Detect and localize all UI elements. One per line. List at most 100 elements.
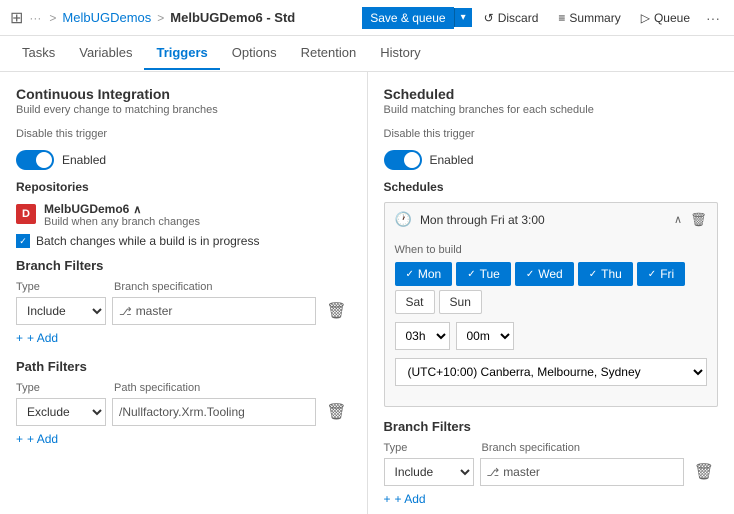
branch-spec-icon: ⎇ xyxy=(119,305,132,318)
sep1: ··· xyxy=(29,11,41,25)
wed-label: Wed xyxy=(538,267,562,281)
ci-title: Continuous Integration xyxy=(16,86,351,102)
repo-chevron[interactable]: ∧ xyxy=(133,203,141,216)
branch-delete-button[interactable]: 🗑 xyxy=(322,299,350,323)
path-add-icon: + xyxy=(16,432,23,446)
minutes-select[interactable]: 00m 15m30m45m xyxy=(456,322,514,350)
schedule-box: 🕐 Mon through Fri at 3:00 ∧ 🗑 When to bu… xyxy=(384,202,719,407)
scheduled-panel: Scheduled Build matching branches for ea… xyxy=(368,72,734,514)
fri-check: ✓ xyxy=(648,269,656,280)
sep-arrow1: > xyxy=(49,11,56,25)
branch-filter-labels: Type Branch specification xyxy=(16,281,351,293)
sched-branch-filter-labels: Type Branch specification xyxy=(384,442,719,454)
path-delete-button[interactable]: 🗑 xyxy=(322,400,350,424)
save-queue-button[interactable]: Save & queue xyxy=(362,7,453,29)
day-sat[interactable]: Sat xyxy=(395,290,435,314)
save-queue-dropdown-button[interactable]: ▾ xyxy=(454,8,472,27)
tue-label: Tue xyxy=(480,267,500,281)
tab-retention[interactable]: Retention xyxy=(289,37,369,70)
day-tue[interactable]: ✓ Tue xyxy=(456,262,511,286)
path-spec-input[interactable]: /Nullfactory.Xrm.Tooling xyxy=(112,398,316,426)
repo-desc: Build when any branch changes xyxy=(44,216,200,228)
sched-branch-spec-icon: ⎇ xyxy=(487,466,500,479)
sched-type-label: Type xyxy=(384,442,474,454)
path-type-label: Type xyxy=(16,382,106,394)
sched-branch-filters-title: Branch Filters xyxy=(384,419,719,434)
tab-variables[interactable]: Variables xyxy=(67,37,144,70)
tue-check: ✓ xyxy=(467,269,475,280)
sched-trigger-label-row: Disable this trigger xyxy=(384,128,719,140)
when-to-build-label: When to build xyxy=(395,244,708,256)
path-add-link[interactable]: + + Add xyxy=(16,432,351,446)
breadcrumb-area: ⊞ ··· > MelbUGDemos > MelbUGDemo6 - Std xyxy=(10,8,356,28)
repo-details: MelbUGDemo6 ∧ Build when any branch chan… xyxy=(44,202,200,228)
repo-letter: D xyxy=(22,208,30,220)
ci-desc: Build every change to matching branches xyxy=(16,104,351,116)
day-sun[interactable]: Sun xyxy=(439,290,482,314)
mon-check: ✓ xyxy=(406,269,414,280)
tab-options[interactable]: Options xyxy=(220,37,289,70)
sched-branch-filter-row: Include Exclude ⎇ master 🗑 xyxy=(384,458,719,486)
sched-branch-spec-input[interactable]: ⎇ master xyxy=(480,458,684,486)
path-filter-row: Exclude Include /Nullfactory.Xrm.Tooling… xyxy=(16,398,351,426)
ci-trigger-label: Disable this trigger xyxy=(16,128,107,140)
sched-branch-delete-button[interactable]: 🗑 xyxy=(690,460,718,484)
sched-branch-filters-section: Branch Filters Type Branch specification… xyxy=(384,419,719,506)
timezone-select[interactable]: (UTC+10:00) Canberra, Melbourne, Sydney xyxy=(395,358,708,386)
sun-label: Sun xyxy=(450,295,471,309)
sched-branch-type-select[interactable]: Include Exclude xyxy=(384,458,474,486)
schedule-trash-button[interactable]: 🗑 xyxy=(690,212,707,228)
day-wed[interactable]: ✓ Wed xyxy=(515,262,574,286)
ci-toggle-state: Enabled xyxy=(62,153,106,167)
sat-label: Sat xyxy=(406,295,424,309)
sep-arrow2: > xyxy=(157,11,164,25)
sched-add-icon: + xyxy=(384,492,391,506)
branch-filters-title: Branch Filters xyxy=(16,258,351,273)
add-icon: + xyxy=(16,331,23,345)
breadcrumb-org[interactable]: MelbUGDemos xyxy=(62,10,151,25)
path-spec-label: Path specification xyxy=(114,382,200,394)
branch-spec-value: master xyxy=(136,304,173,318)
sched-branch-add-link[interactable]: + + Add xyxy=(384,492,719,506)
discard-button[interactable]: ↺ Discard xyxy=(476,7,547,29)
tab-triggers[interactable]: Triggers xyxy=(144,37,219,70)
hours-select[interactable]: 03h 00h01h02h 04h05h xyxy=(395,322,450,350)
ci-toggle-switch[interactable] xyxy=(16,150,54,170)
batch-checkbox-row: ✓ Batch changes while a build is in prog… xyxy=(16,234,351,248)
branch-type-select[interactable]: Include Exclude xyxy=(16,297,106,325)
queue-button[interactable]: ▷ Queue xyxy=(633,7,698,29)
day-grid: ✓ Mon ✓ Tue ✓ Wed ✓ Thu xyxy=(395,262,708,314)
ci-panel: Continuous Integration Build every chang… xyxy=(0,72,368,514)
more-options-button[interactable]: ··· xyxy=(702,6,724,30)
ci-enabled-row: Enabled xyxy=(16,150,351,170)
sched-trigger-label: Disable this trigger xyxy=(384,128,475,140)
undo-icon: ↺ xyxy=(484,11,494,25)
tab-tasks[interactable]: Tasks xyxy=(10,37,67,70)
branch-add-link[interactable]: + + Add xyxy=(16,331,351,345)
day-mon[interactable]: ✓ Mon xyxy=(395,262,453,286)
scheduled-title: Scheduled xyxy=(384,86,719,102)
path-filter-labels: Type Path specification xyxy=(16,382,351,394)
main-content: Continuous Integration Build every chang… xyxy=(0,72,734,514)
mon-label: Mon xyxy=(418,267,441,281)
path-type-select[interactable]: Exclude Include xyxy=(16,398,106,426)
fri-label: Fri xyxy=(660,267,674,281)
sched-enabled-row: Enabled xyxy=(384,150,719,170)
scheduled-desc: Build matching branches for each schedul… xyxy=(384,104,719,116)
branch-filters-section: Branch Filters Type Branch specification… xyxy=(16,258,351,345)
tab-history[interactable]: History xyxy=(368,37,432,70)
lines-icon: ≡ xyxy=(558,11,565,25)
day-fri[interactable]: ✓ Fri xyxy=(637,262,685,286)
time-row: 03h 00h01h02h 04h05h 00m 15m30m45m xyxy=(395,322,708,350)
repositories-title: Repositories xyxy=(16,180,351,194)
batch-label: Batch changes while a build is in progre… xyxy=(36,234,259,248)
schedule-collapse-chevron[interactable]: ∧ xyxy=(674,213,682,226)
sched-toggle-switch[interactable] xyxy=(384,150,422,170)
summary-button[interactable]: ≡ Summary xyxy=(550,7,628,29)
branch-spec-input[interactable]: ⎇ master xyxy=(112,297,316,325)
breadcrumb-pipeline: MelbUGDemo6 - Std xyxy=(170,10,295,25)
batch-checkbox[interactable]: ✓ xyxy=(16,234,30,248)
path-filters-title: Path Filters xyxy=(16,359,351,374)
day-thu[interactable]: ✓ Thu xyxy=(578,262,633,286)
when-to-build-section: When to build ✓ Mon ✓ Tue ✓ Wed xyxy=(385,236,718,406)
